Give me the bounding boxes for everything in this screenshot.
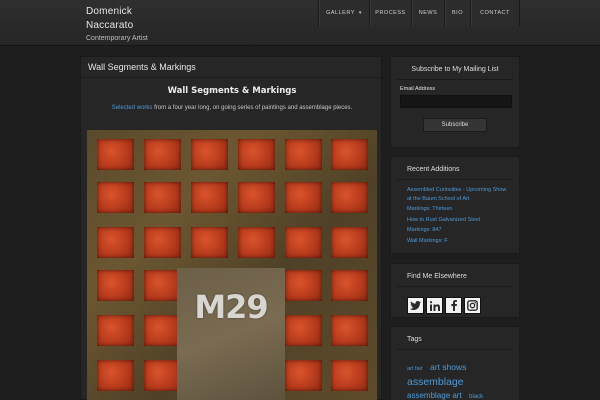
tag-link[interactable]: black [469,394,483,400]
nav-item-contact[interactable]: CONTACT [470,0,520,26]
tag-link[interactable]: art fair [407,366,423,372]
recent-list: Assembled Curiosities - Upcoming Show at… [391,180,519,245]
tag-cloud: art fair art shows assemblage assemblage… [391,350,519,400]
site-header: Domenick Naccarato Contemporary Artist G… [0,0,600,46]
painting-tile [331,227,368,258]
nav-item-process[interactable]: PROCESS [369,0,411,26]
painting-tile [144,270,181,301]
painting-tile [285,182,322,213]
site-title[interactable]: Domenick Naccarato [86,5,166,33]
find-me-elsewhere-widget: Find Me Elsewhere [390,263,520,318]
nav-item-news[interactable]: NEWS [411,0,444,26]
painting-tile [191,139,228,170]
painting-tile [144,227,181,258]
painting-image[interactable]: M29 [87,130,377,400]
selected-works-link[interactable]: Selected works [112,105,153,111]
recent-additions-widget: Recent Additions Assembled Curiosities -… [390,156,520,254]
nav-item-gallery[interactable]: GALLERY ▾ [318,0,369,26]
recent-link[interactable]: Markings: Thirteen [407,205,509,214]
linkedin-icon[interactable] [426,297,443,314]
instagram-icon[interactable] [464,297,481,314]
recent-link[interactable]: Assembled Curiosities - Upcoming Show at… [407,186,509,203]
tag-link[interactable]: art shows [430,362,466,372]
painting-tile [331,139,368,170]
social-icons [391,287,519,314]
painting-tile [97,270,134,301]
painting-tile [238,139,275,170]
painting-tile [331,270,368,301]
site-tagline: Contemporary Artist [86,35,148,42]
painting-tile [97,182,134,213]
painting-tile [97,227,134,258]
nav-item-label: GALLERY [326,10,355,16]
painting-tile [285,360,322,391]
tag-link[interactable]: assemblage [407,376,464,388]
recent-link[interactable]: Markings: 847 [407,226,509,235]
widget-title: Subscribe to My Mailing List [397,57,513,80]
painting-tile [238,227,275,258]
painting-tile [97,360,134,391]
chevron-down-icon: ▾ [358,10,362,16]
recent-link[interactable]: Wall Markings: F [407,237,509,246]
painting-tile [144,139,181,170]
nav-item-label: BIO [452,10,463,16]
painting-tile [144,315,181,346]
twitter-icon[interactable] [407,297,424,314]
nav-item-label: CONTACT [480,10,510,16]
painting-tile [97,139,134,170]
tag-link[interactable]: assemblage art [407,391,462,400]
painting-tile [238,182,275,213]
painting-tile [191,182,228,213]
subscribe-button[interactable]: Subscribe [423,118,487,132]
nav-item-label: PROCESS [375,10,406,16]
painting-tile [144,182,181,213]
intro-text: from a four year long, on going series o… [152,105,353,111]
page-title: Wall Segments & Markings [81,57,381,78]
article-intro: Selected works from a four year long, on… [81,105,383,111]
painting-tile [285,139,322,170]
widget-title: Find Me Elsewhere [397,264,513,287]
painting-tile [331,315,368,346]
main-nav: GALLERY ▾ PROCESS NEWS BIO CONTACT [318,0,520,26]
painting-tile [285,227,322,258]
widget-title: Recent Additions [397,157,513,180]
painting-tile [331,182,368,213]
painting-tile [97,315,134,346]
facebook-icon[interactable] [445,297,462,314]
recent-link[interactable]: How to Rust Galvanized Steel [407,216,509,225]
email-label: Email Address [400,86,436,92]
nav-item-bio[interactable]: BIO [444,0,470,26]
tags-widget: Tags art fair art shows assemblage assem… [390,326,520,400]
painting-tile [191,227,228,258]
painting-tile [285,315,322,346]
email-field[interactable] [400,95,512,108]
nav-item-label: NEWS [418,10,438,16]
painting-tile [144,360,181,391]
painting-tile [331,360,368,391]
painting-label: M29 [194,288,268,326]
mailing-list-widget: Subscribe to My Mailing List Email Addre… [390,56,520,148]
article-title: Wall Segments & Markings [167,86,297,96]
main-content: Wall Segments & Markings Wall Segments &… [80,56,382,400]
widget-title: Tags [397,327,513,350]
painting-tile [285,270,322,301]
